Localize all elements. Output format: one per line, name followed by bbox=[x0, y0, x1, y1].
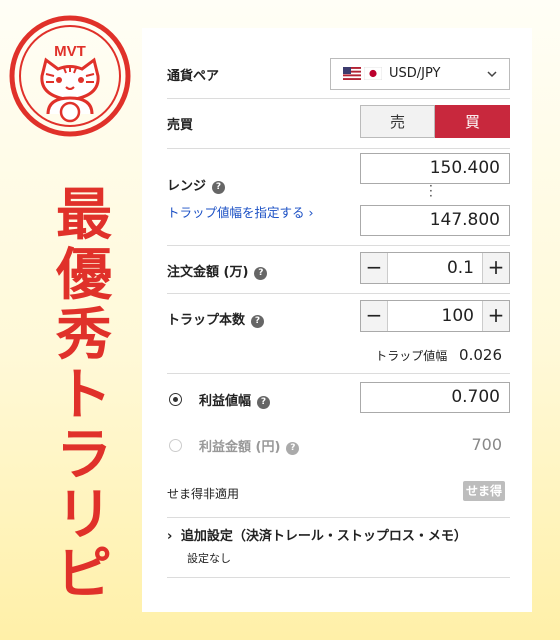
range-label-wrap: レンジ? bbox=[167, 175, 226, 194]
profit-amount-label-wrap: 利益金額 (円)? bbox=[199, 436, 300, 455]
currency-pair-select[interactable]: USD/JPY bbox=[330, 58, 510, 90]
help-icon[interactable]: ? bbox=[254, 267, 268, 280]
title-char: 優 bbox=[56, 242, 112, 308]
trap-width-value: 0.026 bbox=[459, 346, 502, 364]
advanced-settings-sub: 設定なし bbox=[187, 552, 231, 565]
range-upper-input[interactable]: 150.400 bbox=[360, 153, 510, 184]
buysell-label: 売買 bbox=[167, 118, 194, 133]
help-icon[interactable]: ? bbox=[286, 442, 300, 455]
plus-button[interactable]: + bbox=[482, 253, 509, 283]
plus-button[interactable]: + bbox=[482, 301, 509, 331]
title-char: 秀 bbox=[56, 302, 112, 368]
trap-count-label-wrap: トラップ本数? bbox=[167, 309, 265, 328]
profit-amount-row[interactable]: 利益金額 (円)? 700 bbox=[167, 423, 510, 469]
profit-amount-label: 利益金額 (円) bbox=[199, 440, 281, 455]
chevron-right-icon: › bbox=[167, 529, 173, 544]
trap-width-display: トラップ値幅 0.026 bbox=[375, 346, 502, 364]
semaedoku-label: せま得非適用 bbox=[167, 487, 240, 501]
buysell-row: 売買 売 買 bbox=[167, 98, 510, 149]
jp-flag-icon bbox=[364, 67, 382, 80]
advanced-settings-header[interactable]: › 追加設定（決済トレール・ストップロス・メモ） bbox=[167, 525, 467, 544]
profit-width-row[interactable]: 利益値幅? 0.700 bbox=[167, 373, 510, 423]
range-lower-input[interactable]: 147.800 bbox=[360, 205, 510, 236]
minus-button[interactable]: − bbox=[361, 253, 388, 283]
order-amount-value[interactable]: 0.1 bbox=[388, 253, 482, 283]
profit-width-radio[interactable] bbox=[169, 393, 182, 406]
vertical-title: 最 優 秀 ト ラ リ ピ bbox=[54, 186, 114, 605]
currency-pair-label: 通貨ペア bbox=[167, 69, 220, 84]
order-panel: 通貨ペア USD/JPY 売買 売 買 レンジ ? トラップ値幅を指定する › … bbox=[142, 28, 532, 612]
order-amount-row: 注文金額 (万)? − 0.1 + bbox=[167, 245, 510, 294]
order-amount-label: 注文金額 (万) bbox=[167, 265, 249, 280]
trap-width-label: トラップ値幅 bbox=[375, 349, 448, 363]
profit-width-input[interactable]: 0.700 bbox=[360, 382, 510, 413]
advanced-settings-title: 追加設定（決済トレール・ストップロス・メモ） bbox=[180, 529, 467, 544]
minus-button[interactable]: − bbox=[361, 301, 388, 331]
advanced-settings-row[interactable]: › 追加設定（決済トレール・ストップロス・メモ） 設定なし bbox=[167, 517, 510, 578]
profit-amount-radio[interactable] bbox=[169, 439, 182, 452]
trap-width-link-text: トラップ値幅を指定する bbox=[167, 205, 305, 220]
order-amount-label-wrap: 注文金額 (万)? bbox=[167, 261, 268, 280]
title-char: ピ bbox=[56, 542, 112, 608]
help-icon[interactable]: ? bbox=[257, 396, 271, 409]
profit-width-label: 利益値幅 bbox=[199, 394, 252, 409]
help-icon[interactable]: ? bbox=[212, 181, 226, 194]
title-char: 最 bbox=[56, 183, 112, 248]
currency-pair-value: USD/JPY bbox=[389, 66, 441, 81]
us-flag-icon bbox=[343, 67, 361, 80]
profit-amount-value: 700 bbox=[471, 435, 502, 454]
semaedoku-badge: せま得 bbox=[462, 481, 505, 501]
sell-button[interactable]: 売 bbox=[360, 105, 435, 138]
mvt-stamp-logo: MVT bbox=[9, 15, 131, 137]
trap-count-stepper: − 100 + bbox=[360, 300, 510, 332]
chevron-down-icon bbox=[487, 71, 497, 78]
semaedoku-row: せま得非適用 せま得 bbox=[167, 469, 510, 518]
range-label: レンジ bbox=[167, 179, 207, 194]
vertical-ellipsis-icon: · · · bbox=[429, 179, 433, 203]
range-row: レンジ? トラップ値幅を指定する › 150.400 · · · 147.800 bbox=[167, 148, 510, 246]
currency-pair-row: 通貨ペア USD/JPY bbox=[167, 28, 510, 99]
chevron-right-icon: › bbox=[308, 205, 314, 220]
title-char: ラ bbox=[56, 422, 112, 488]
stamp-text: MVT bbox=[54, 43, 86, 60]
title-char: ト bbox=[56, 362, 112, 428]
profit-width-label-wrap: 利益値幅? bbox=[199, 390, 271, 409]
buy-button[interactable]: 買 bbox=[435, 105, 510, 138]
help-icon[interactable]: ? bbox=[251, 315, 265, 328]
title-char: リ bbox=[56, 482, 112, 548]
trap-count-label: トラップ本数 bbox=[167, 313, 246, 328]
trap-count-row: トラップ本数? − 100 + トラップ値幅 0.026 bbox=[167, 293, 510, 374]
trap-width-link[interactable]: トラップ値幅を指定する › bbox=[167, 202, 314, 221]
trap-count-value[interactable]: 100 bbox=[388, 301, 482, 331]
order-amount-stepper: − 0.1 + bbox=[360, 252, 510, 284]
